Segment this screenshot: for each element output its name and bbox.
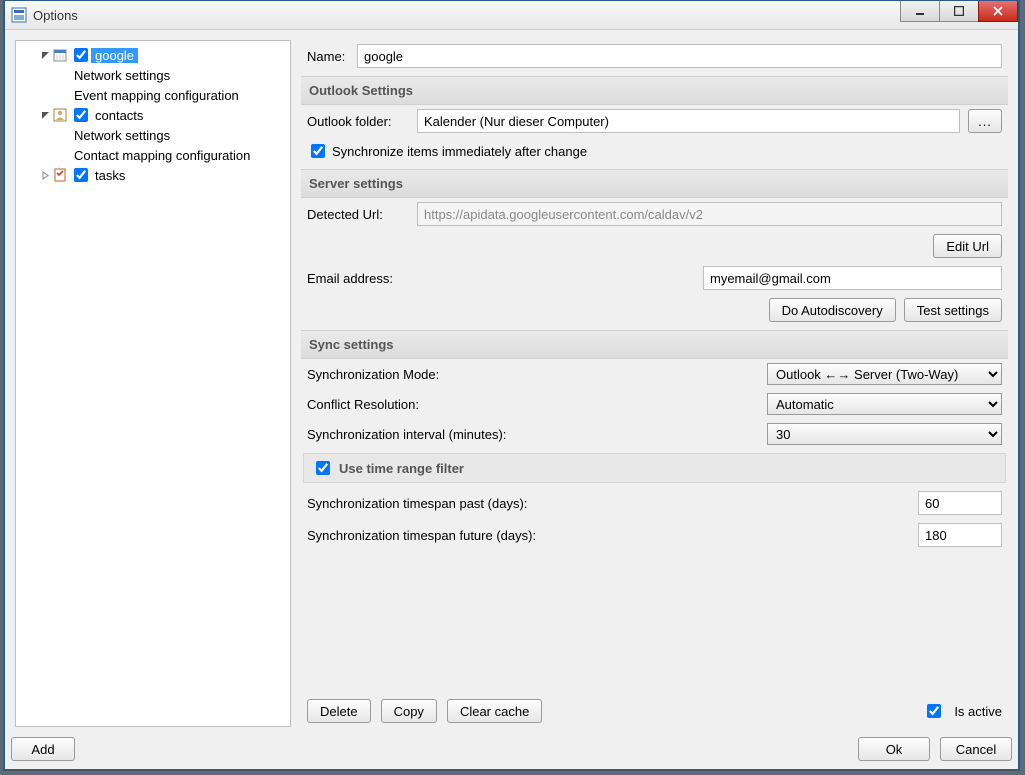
calendar-icon [52, 47, 68, 63]
tasks-icon [52, 167, 68, 183]
test-settings-button[interactable]: Test settings [904, 298, 1002, 322]
contacts-icon [52, 107, 68, 123]
conflict-label: Conflict Resolution: [307, 397, 419, 412]
conflict-select[interactable]: Automatic [767, 393, 1002, 415]
sync-immediate-checkbox[interactable] [311, 144, 325, 158]
timerange-checkbox[interactable] [316, 461, 330, 475]
tree-item-contacts-network[interactable]: Network settings [18, 125, 288, 145]
tree-check-contacts[interactable] [74, 108, 88, 122]
tree-item-google[interactable]: google [18, 45, 288, 65]
title-bar: Options [5, 1, 1018, 30]
sync-mode-select[interactable]: Outlook ←→ Server (Two-Way) [767, 363, 1002, 385]
tree-check-google[interactable] [74, 48, 88, 62]
ok-button[interactable]: Ok [858, 737, 930, 761]
minimize-button[interactable] [900, 1, 940, 22]
tree-label: Event mapping configuration [70, 88, 243, 103]
sync-immediate-label: Synchronize items immediately after chan… [332, 144, 587, 159]
browse-folder-button[interactable]: ... [968, 109, 1002, 133]
collapse-arrow-icon[interactable] [40, 170, 50, 180]
past-input[interactable] [918, 491, 1002, 515]
delete-button[interactable]: Delete [307, 699, 371, 723]
add-button[interactable]: Add [11, 737, 75, 761]
tree-item-google-network[interactable]: Network settings [18, 65, 288, 85]
tree-item-contacts-mapping[interactable]: Contact mapping configuration [18, 145, 288, 165]
future-input[interactable] [918, 523, 1002, 547]
profile-tree[interactable]: google Network settings Event mapping co… [15, 40, 291, 727]
is-active-label: Is active [954, 704, 1002, 719]
server-section-header: Server settings [301, 169, 1008, 198]
future-label: Synchronization timespan future (days): [307, 528, 536, 543]
cancel-button[interactable]: Cancel [940, 737, 1012, 761]
sync-mode-label: Synchronization Mode: [307, 367, 439, 382]
detected-url-input [417, 202, 1002, 226]
interval-select[interactable]: 30 [767, 423, 1002, 445]
tree-check-tasks[interactable] [74, 168, 88, 182]
tree-item-google-mapping[interactable]: Event mapping configuration [18, 85, 288, 105]
interval-label: Synchronization interval (minutes): [307, 427, 506, 442]
tree-label: tasks [91, 168, 129, 183]
outlook-folder-label: Outlook folder: [307, 114, 417, 129]
tree-item-contacts[interactable]: contacts [18, 105, 288, 125]
timerange-label: Use time range filter [339, 461, 464, 476]
past-label: Synchronization timespan past (days): [307, 496, 527, 511]
sync-section-header: Sync settings [301, 330, 1008, 359]
tree-label: Contact mapping configuration [70, 148, 254, 163]
tree-label: Network settings [70, 68, 174, 83]
edit-url-button[interactable]: Edit Url [933, 234, 1002, 258]
detected-url-label: Detected Url: [307, 207, 417, 222]
copy-button[interactable]: Copy [381, 699, 437, 723]
autodiscover-button[interactable]: Do Autodiscovery [769, 298, 896, 322]
window-title: Options [33, 8, 78, 23]
tree-label: google [91, 48, 138, 63]
expand-arrow-icon[interactable] [40, 50, 50, 60]
email-label: Email address: [307, 271, 417, 286]
name-input[interactable] [357, 44, 1002, 68]
clear-cache-button[interactable]: Clear cache [447, 699, 542, 723]
app-icon [11, 7, 27, 23]
name-label: Name: [307, 49, 357, 64]
is-active-checkbox[interactable] [927, 704, 941, 718]
expand-arrow-icon[interactable] [40, 110, 50, 120]
maximize-button[interactable] [939, 1, 979, 22]
tree-label: Network settings [70, 128, 174, 143]
tree-label: contacts [91, 108, 147, 123]
tree-item-tasks[interactable]: tasks [18, 165, 288, 185]
outlook-folder-input[interactable] [417, 109, 960, 133]
email-input[interactable] [703, 266, 1002, 290]
close-button[interactable] [978, 1, 1018, 22]
outlook-section-header: Outlook Settings [301, 76, 1008, 105]
